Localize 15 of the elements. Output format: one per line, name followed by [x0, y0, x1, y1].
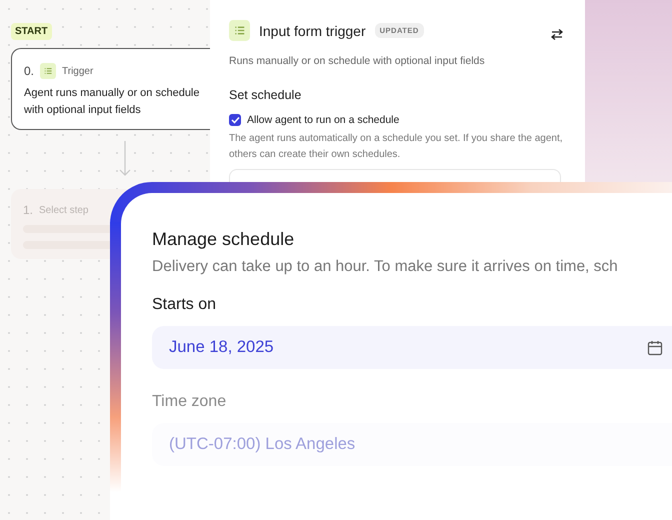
step-description: Agent runs manually or on schedule with optional input fields: [24, 86, 200, 118]
step-number: 1.: [23, 203, 34, 217]
dialog-title: Manage schedule: [152, 229, 296, 250]
panel-subtitle: Runs manually or on schedule with optional input fields: [229, 55, 486, 67]
start-badge: START: [11, 23, 52, 40]
panel-title: Input form trigger: [259, 22, 366, 38]
field-label: Starts on: [152, 296, 218, 314]
step-number: 0.: [24, 64, 34, 78]
checkbox-label: Allow agent to run on a schedule: [247, 114, 400, 126]
section-heading: Set schedule: [229, 88, 302, 102]
step-label: Trigger: [62, 66, 94, 76]
help-text: The agent runs automatically on a schedule you set. If you share the agent, others can create their own schedules.: [229, 132, 564, 162]
dialog-subtitle: Delivery can take up to an hour. To make sure it arrives on time, sch: [152, 258, 619, 276]
step-label: Select step: [39, 204, 88, 216]
field-label: Time zone: [152, 393, 228, 411]
